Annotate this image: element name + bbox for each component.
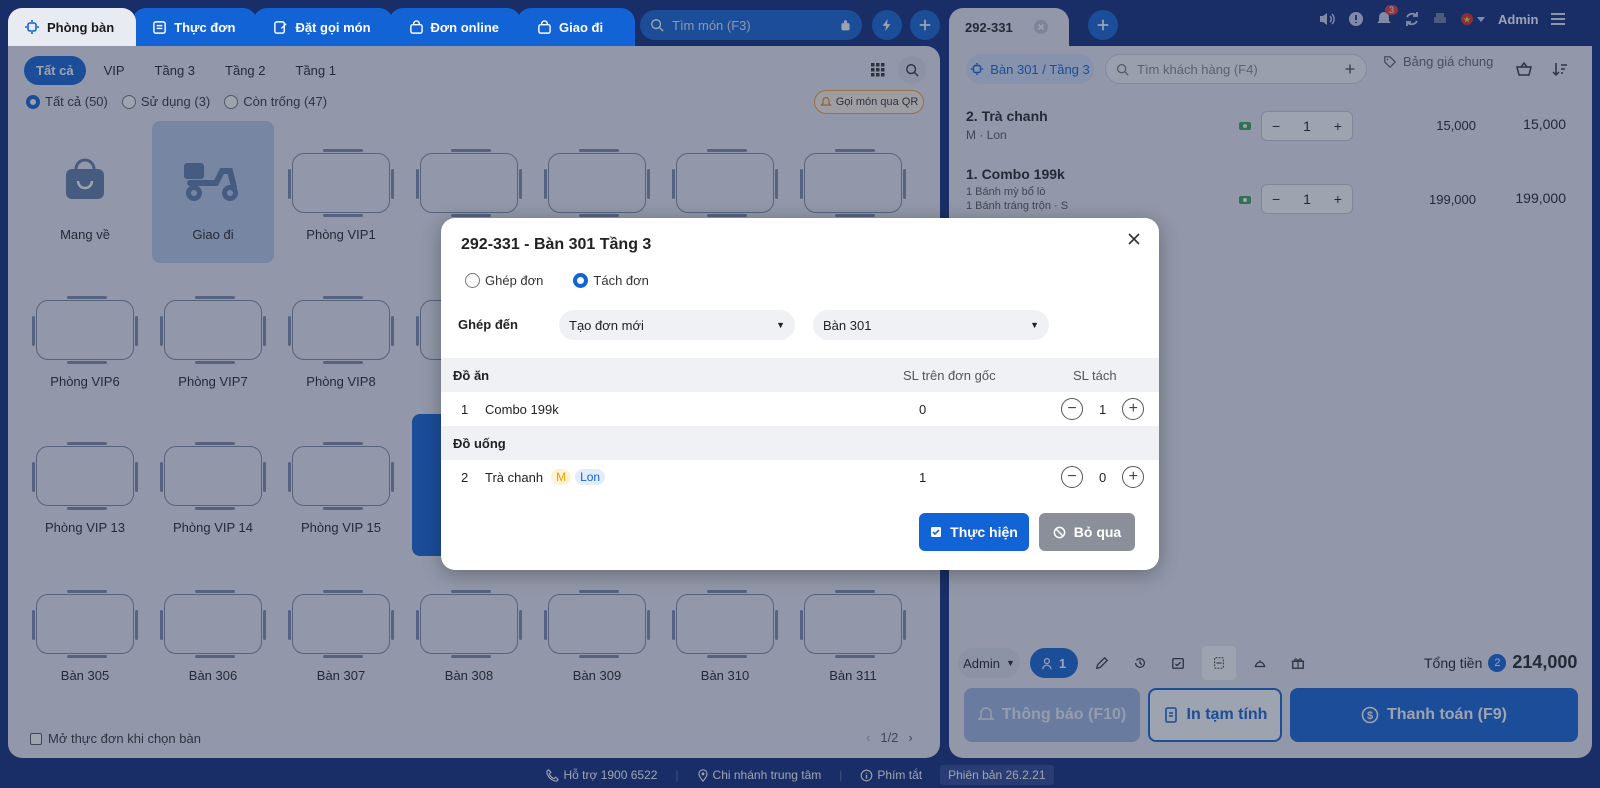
checkbox-icon: [931, 527, 942, 537]
tab-label: Giao đi: [559, 19, 604, 35]
tab-tables[interactable]: Phòng bàn: [8, 8, 137, 46]
tab-delivery[interactable]: Giao đi: [517, 8, 636, 46]
confirm-button[interactable]: Thực hiện: [919, 513, 1029, 551]
table-row: 1 Combo 199k 0 − 1 +: [441, 392, 1159, 426]
cancel-button[interactable]: Bỏ qua: [1039, 513, 1135, 551]
row-item-name: Combo 199k: [485, 401, 559, 417]
tab-online-orders[interactable]: Đơn online: [388, 8, 522, 46]
split-qty-header: SL tách: [1073, 368, 1117, 383]
row-number: 1: [461, 401, 469, 417]
table-icon: [25, 20, 39, 34]
row-original-qty: 0: [919, 401, 927, 417]
radio-icon: [573, 273, 589, 288]
tab-place-order[interactable]: Đặt gọi món: [253, 8, 393, 46]
row-original-qty: 1: [919, 469, 927, 485]
merge-label: Ghép đơn: [485, 273, 544, 288]
target-order-value: Tạo đơn mới: [569, 317, 644, 333]
plus-icon[interactable]: +: [1122, 466, 1145, 488]
radio-icon: [465, 273, 480, 288]
bag-icon: [409, 19, 423, 34]
cancel-label: Bỏ qua: [1073, 524, 1122, 540]
tab-label: Thực đơn: [174, 19, 236, 35]
target-table-select[interactable]: Bàn 301 ▼: [813, 310, 1049, 340]
split-merge-dialog: 292-331 - Bàn 301 Tầng 3 Ghép đơn Tách đ…: [441, 218, 1159, 570]
table-header: Đồ ăn SL trên đơn gốc SL tách: [441, 358, 1159, 392]
plus-icon[interactable]: +: [1122, 398, 1145, 420]
caret-down-icon: ▼: [776, 320, 785, 330]
unit-tag: Lon: [575, 469, 606, 485]
minus-icon[interactable]: −: [1061, 398, 1083, 420]
confirm-label: Thực hiện: [950, 524, 1018, 540]
split-qty-value[interactable]: 0: [1099, 470, 1106, 485]
row-item-cell: Trà chanh M Lon: [485, 469, 606, 485]
target-label: Ghép đến: [458, 317, 518, 332]
tab-label: Đơn online: [430, 19, 500, 35]
close-icon: [1128, 233, 1140, 245]
bag-icon: [538, 19, 551, 34]
target-table-value: Bàn 301: [823, 317, 872, 333]
row-item-name: Trà chanh: [485, 469, 544, 485]
close-button[interactable]: [1125, 230, 1143, 248]
target-order-select[interactable]: Tạo đơn mới ▼: [559, 310, 795, 340]
ban-icon: [1053, 526, 1066, 538]
mode-selector: Ghép đơn Tách đơn: [465, 273, 649, 288]
minus-icon[interactable]: −: [1061, 466, 1083, 488]
tab-label: Đặt gọi món: [295, 19, 371, 35]
original-qty-header: SL trên đơn gốc: [903, 368, 996, 383]
top-tabs: Phòng bàn Thực đơn Đặt gọi món Đơn onlin…: [8, 8, 636, 50]
order-icon: [274, 20, 288, 34]
split-qty-value[interactable]: 1: [1099, 402, 1106, 417]
split-label: Tách đơn: [593, 273, 649, 288]
group-row: Đồ uống: [441, 426, 1159, 460]
tab-menu[interactable]: Thực đơn: [132, 8, 258, 46]
table-row: 2 Trà chanh M Lon 1 − 0 +: [441, 460, 1159, 494]
menu-icon: [153, 20, 166, 34]
caret-down-icon: ▼: [1030, 320, 1039, 330]
dialog-title: 292-331 - Bàn 301 Tầng 3: [461, 236, 652, 253]
merge-option[interactable]: Ghép đơn: [465, 273, 543, 288]
group-label: Đồ uống: [453, 435, 506, 451]
group-header: Đồ ăn: [453, 368, 490, 383]
split-option[interactable]: Tách đơn: [573, 273, 649, 288]
tab-label: Phòng bàn: [47, 19, 115, 35]
split-qty-stepper[interactable]: − 1 +: [1061, 398, 1145, 420]
size-tag: M: [551, 469, 572, 485]
split-qty-stepper[interactable]: − 0 +: [1061, 466, 1145, 488]
row-number: 2: [461, 469, 469, 485]
